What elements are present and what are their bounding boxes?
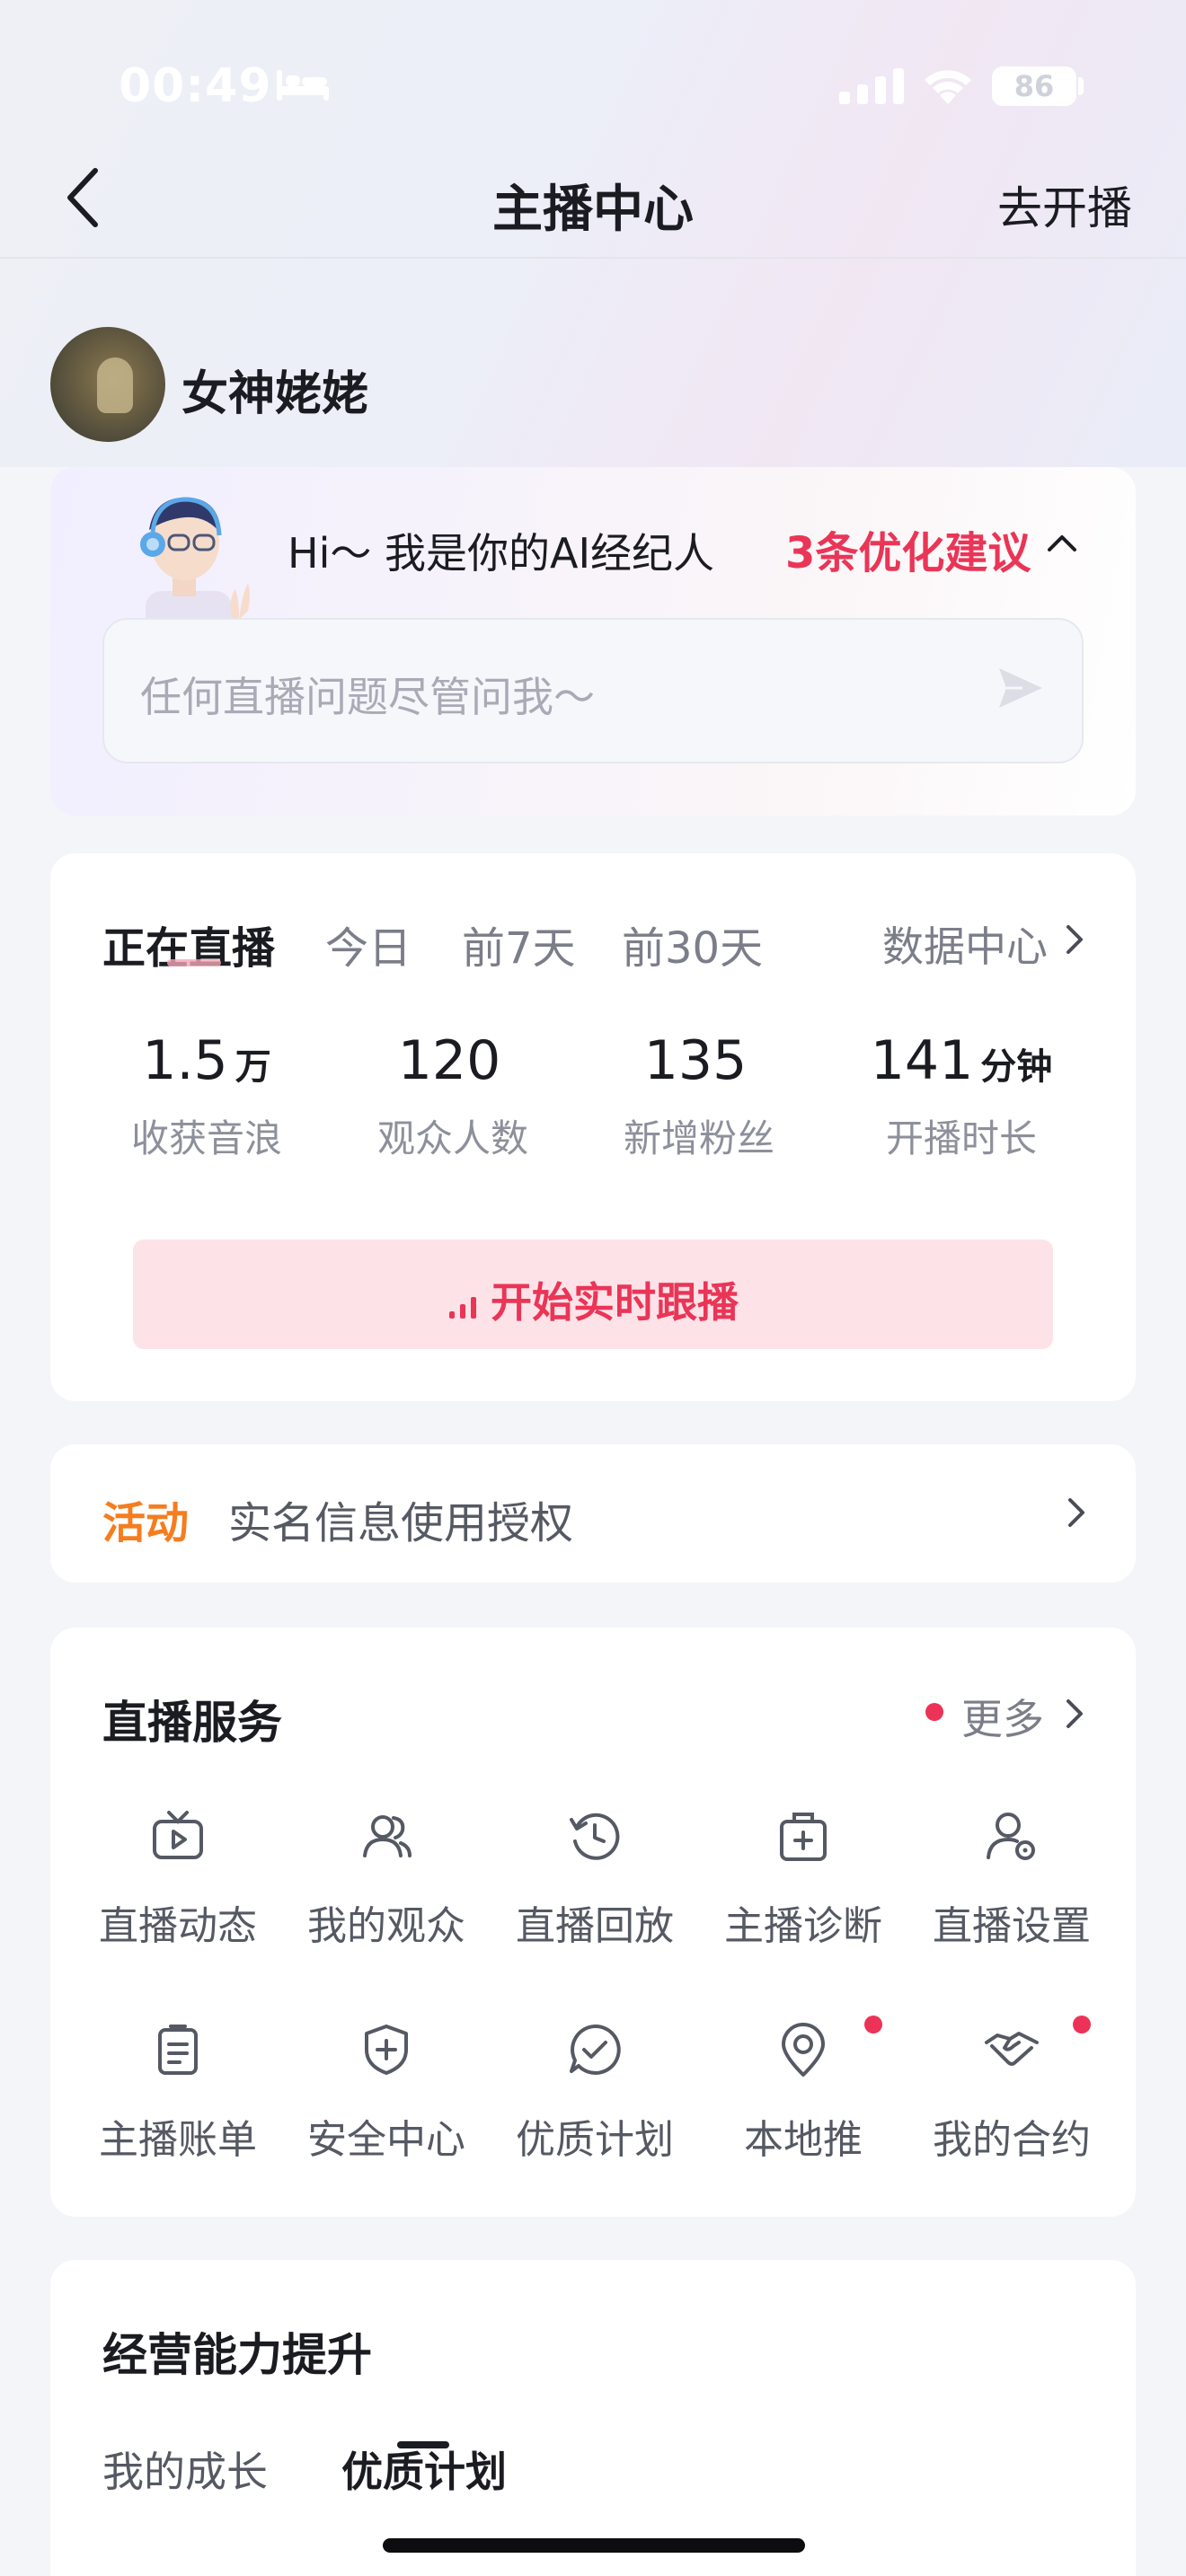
tab-last-30-days[interactable]: 前30天 [622,913,763,975]
service-label: 直播动态 [99,1903,257,1949]
service-local-promotion[interactable]: 本地推 [699,2016,907,2201]
business-growth-card: 经营能力提升 我的成长 优质计划 [50,2260,1136,2576]
metric-label: 新增粉丝 [623,1116,774,1160]
handshake-icon [985,2032,1039,2066]
user-settings-icon [987,1813,1035,1860]
location-pin-icon [782,2023,825,2077]
wifi-icon [925,70,971,104]
ai-greeting: Hi～ 我是你的AI经纪人 [288,529,715,578]
notification-dot [925,1703,943,1721]
avatar-figure [97,357,133,413]
chevron-up-icon[interactable] [1046,530,1078,557]
ai-agent-avatar-icon [140,497,250,638]
status-time: 00:49 [119,59,272,113]
metric-unit: 分钟 [980,1046,1053,1088]
home-indicator[interactable] [383,2538,805,2553]
cellular-signal-icon [839,68,904,104]
service-streamer-bill[interactable]: 主播账单 [74,2021,282,2201]
notification-dot [864,2016,882,2033]
service-label: 主播账单 [99,2117,257,2163]
service-my-contracts[interactable]: 我的合约 [907,2016,1116,2201]
tab-my-growth[interactable]: 我的成长 [102,2439,268,2499]
audience-icon [363,1815,412,1857]
go-live-button[interactable]: 去开播 [997,172,1132,237]
optimization-suggestions-link[interactable]: 3条优化建议 [785,517,1031,580]
metric-value: 135 [643,1029,748,1092]
service-live-settings[interactable]: 直播设置 [907,1807,1116,1987]
service-label: 安全中心 [307,2117,465,2163]
navigation-bar: 主播中心 去开播 [0,135,1186,259]
tab-last-7-days[interactable]: 前7天 [462,913,576,975]
shield-plus-icon [365,2025,408,2075]
service-security-center[interactable]: 安全中心 [282,2021,491,2201]
metric-new-fans[interactable]: 135 新增粉丝 [573,1029,825,1163]
replay-icon [570,1813,620,1860]
service-label: 主播诊断 [724,1903,882,1949]
metric-audience[interactable]: 120 观众人数 [327,1029,579,1163]
service-label: 我的合约 [933,2117,1091,2163]
tab-today[interactable]: 今日 [325,913,412,975]
medical-kit-icon [780,1813,827,1861]
service-label: 我的观众 [307,1903,465,1949]
clipboard-icon [158,2025,198,2075]
metric-label: 开播时长 [885,1116,1037,1160]
service-quality-plan[interactable]: 优质计划 [491,2021,699,2201]
battery-indicator: 86 [992,66,1076,106]
service-my-audience[interactable]: 我的观众 [282,1807,491,1987]
metric-value: 141 [870,1029,974,1092]
live-services-card: 直播服务 更多 直播动态 我的观众 直播回放 主播诊断 直播设置 主播账单 安全… [50,1628,1136,2217]
chevron-right-icon[interactable] [1064,1698,1085,1730]
username: 女神姥姥 [181,367,369,421]
live-stats-card: 正在直播 今日 前7天 前30天 数据中心 1.5 万 收获音浪 120 观众人数… [50,853,1136,1401]
data-center-link[interactable]: 数据中心 [882,914,1048,974]
ai-question-input[interactable]: 任何直播问题尽管问我～ [102,618,1084,763]
tab-active-indicator [167,959,221,966]
metric-value: 120 [397,1029,501,1092]
signal-bars-icon [449,1296,476,1319]
service-live-feed[interactable]: 直播动态 [74,1807,282,1987]
send-icon[interactable] [996,663,1046,713]
check-chat-icon [570,2024,621,2075]
service-live-replay[interactable]: 直播回放 [491,1807,699,1987]
sleep-mode-icon [277,70,329,101]
service-streamer-diagnosis[interactable]: 主播诊断 [699,1807,907,1987]
chevron-right-icon[interactable] [1064,923,1085,956]
section-title: 直播服务 [102,1697,282,1749]
metric-sound-waves[interactable]: 1.5 万 收获音浪 [81,1029,332,1163]
avatar[interactable] [50,327,165,442]
activity-text: 实名信息使用授权 [228,1498,574,1548]
metric-live-duration[interactable]: 141 分钟 开播时长 [836,1029,1087,1163]
service-label: 直播回放 [516,1903,674,1949]
service-label: 本地推 [744,2117,863,2163]
activity-banner[interactable]: 活动 实名信息使用授权 [50,1444,1136,1583]
metric-label: 观众人数 [376,1116,528,1160]
notification-dot [1073,2016,1091,2033]
activity-tag: 活动 [102,1498,190,1548]
track-button-label: 开始实时跟播 [491,1278,739,1327]
ai-input-placeholder: 任何直播问题尽管问我～ [140,673,595,721]
section-title: 经营能力提升 [102,2329,372,2381]
ai-assistant-card: Hi～ 我是你的AI经纪人 3条优化建议 任何直播问题尽管问我～ [50,467,1136,816]
metric-unit: 万 [235,1046,271,1088]
metric-value: 1.5 [142,1029,228,1092]
start-live-tracking-button[interactable]: 开始实时跟播 [133,1239,1053,1349]
growth-tab-indicator [397,2441,449,2448]
more-services-link[interactable]: 更多 [961,1687,1044,1746]
chevron-right-icon[interactable] [1066,1496,1087,1529]
service-label: 直播设置 [933,1903,1091,1949]
battery-tip [1078,77,1084,95]
metric-label: 收获音浪 [130,1116,282,1160]
service-label: 优质计划 [516,2117,674,2163]
tv-icon [153,1811,203,1859]
